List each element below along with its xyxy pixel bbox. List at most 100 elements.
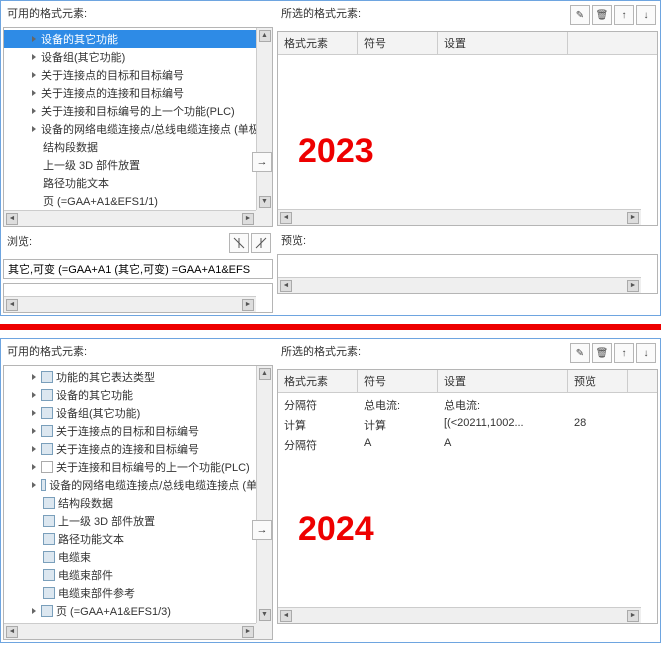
tree-item[interactable]: 设备组(其它功能)	[4, 48, 272, 66]
expand-icon[interactable]	[32, 54, 36, 60]
tree-item[interactable]: 结构段数据	[4, 138, 272, 156]
tree-item-label: 设备的网络电缆连接点/总线电缆连接点 (单极	[49, 477, 268, 493]
tree-item[interactable]: 电缆束	[4, 548, 272, 566]
tree-item-label: 结构段数据	[58, 495, 113, 511]
expand-icon[interactable]	[32, 446, 36, 452]
add-button[interactable]: →	[252, 520, 272, 540]
node-icon	[41, 425, 53, 437]
tree-item[interactable]: 关于连接点的目标和目标编号	[4, 422, 272, 440]
available-tree-2023[interactable]: 设备的其它功能设备组(其它功能)关于连接点的目标和目标编号关于连接点的连接和目标…	[3, 27, 273, 227]
tree-item-label: 关于连接点的目标和目标编号	[56, 423, 199, 439]
tree-item[interactable]: 电缆束部件参考	[4, 584, 272, 602]
selected-table-2024[interactable]: → 格式元素 符号 设置 预览 分隔符总电流:总电流:计算计算[(<20211,…	[277, 369, 658, 624]
tree-item[interactable]: 上一级 3D 部件放置	[4, 156, 272, 174]
h-scrollbar[interactable]: ◄ ►	[278, 607, 641, 623]
scroll-right-icon[interactable]: ►	[627, 610, 639, 622]
available-tree-2024[interactable]: 功能的其它表达类型设备的其它功能设备组(其它功能)关于连接点的目标和目标编号关于…	[3, 365, 273, 640]
h-scrollbar[interactable]: ◄ ►	[278, 209, 641, 225]
expand-icon[interactable]	[32, 90, 36, 96]
scroll-right-icon[interactable]: ►	[242, 299, 254, 311]
tree-item[interactable]: 功能的其它表达类型	[4, 368, 272, 386]
tree-item[interactable]: 设备的其它功能	[4, 386, 272, 404]
scroll-left-icon[interactable]: ◄	[6, 213, 18, 225]
arrow-up-icon: ↑	[622, 10, 627, 21]
scroll-right-icon[interactable]: ►	[627, 280, 639, 292]
tree-item[interactable]: 设备的其它功能	[4, 30, 272, 48]
expand-icon[interactable]	[32, 464, 36, 470]
tree-item[interactable]: 关于连接点的目标和目标编号	[4, 66, 272, 84]
delete-button[interactable]: 🗑	[592, 5, 612, 25]
scroll-right-icon[interactable]: ►	[627, 212, 639, 224]
tree-item[interactable]: 页 (=GAA+A1&EFS1/1)	[4, 192, 272, 210]
expand-icon[interactable]	[32, 482, 36, 488]
table-row[interactable]: 分隔符总电流:总电流:	[278, 395, 657, 415]
scroll-up-icon[interactable]: ▲	[259, 368, 271, 380]
move-down-button[interactable]: ↓	[636, 5, 656, 25]
divider-red	[0, 324, 661, 330]
table-cell	[568, 395, 628, 415]
expand-icon[interactable]	[32, 126, 36, 132]
tree-item[interactable]: 上一级 3D 部件放置	[4, 512, 272, 530]
tree-item[interactable]: 关于连接点的连接和目标编号	[4, 84, 272, 102]
tree-item[interactable]: 路径功能文本	[4, 530, 272, 548]
filter-button-2[interactable]	[251, 233, 271, 253]
node-icon	[41, 407, 53, 419]
expand-icon[interactable]	[32, 608, 36, 614]
node-icon	[41, 443, 53, 455]
tree-item[interactable]: 路径功能文本	[4, 174, 272, 192]
scroll-left-icon[interactable]: ◄	[6, 626, 18, 638]
tree-item[interactable]: 设备组(其它功能)	[4, 404, 272, 422]
browse-input[interactable]	[3, 259, 273, 279]
h-scrollbar[interactable]: ◄ ►	[4, 623, 256, 639]
expand-icon[interactable]	[32, 72, 36, 78]
table-row[interactable]: 计算计算[(<20211,1002...28	[278, 415, 657, 435]
filter-button-1[interactable]	[229, 233, 249, 253]
tree-item[interactable]: 关于连接和目标编号的上一个功能(PLC)	[4, 458, 272, 476]
scroll-down-icon[interactable]: ▼	[259, 609, 271, 621]
add-button[interactable]: →	[252, 152, 272, 172]
move-down-button[interactable]: ↓	[636, 343, 656, 363]
tree-item[interactable]: 页 (=GAA+A1&EFS1/3)	[4, 602, 272, 620]
scroll-right-icon[interactable]: ►	[242, 213, 254, 225]
delete-button[interactable]: 🗑	[592, 343, 612, 363]
v-scrollbar[interactable]: ▲ ▼	[256, 28, 272, 210]
table-cell	[568, 435, 628, 455]
scroll-down-icon[interactable]: ▼	[259, 196, 271, 208]
v-scrollbar[interactable]: ▲ ▼	[256, 366, 272, 623]
h-scrollbar[interactable]: ◄ ►	[278, 277, 641, 293]
expand-icon[interactable]	[32, 374, 36, 380]
browse-listbox[interactable]: ◄ ►	[3, 283, 273, 313]
tree-item[interactable]: 结构段数据	[4, 494, 272, 512]
tree-item[interactable]: 设备的网络电缆连接点/总线电缆连接点 (单极)	[4, 120, 272, 138]
expand-icon[interactable]	[32, 36, 36, 42]
expand-icon[interactable]	[32, 410, 36, 416]
move-up-button[interactable]: ↑	[614, 5, 634, 25]
move-up-button[interactable]: ↑	[614, 343, 634, 363]
expand-icon[interactable]	[32, 392, 36, 398]
selected-label: 所选的格式元素:	[277, 3, 365, 23]
selected-table-2023[interactable]: → 格式元素 符号 设置 2023 ◄ ►	[277, 31, 658, 226]
scroll-right-icon[interactable]: ►	[242, 626, 254, 638]
edit-button[interactable]: ✎	[570, 343, 590, 363]
scroll-up-icon[interactable]: ▲	[259, 30, 271, 42]
tree-item[interactable]: 设备的网络电缆连接点/总线电缆连接点 (单极	[4, 476, 272, 494]
scroll-left-icon[interactable]: ◄	[6, 299, 18, 311]
tree-item-label: 设备的其它功能	[56, 387, 133, 403]
h-scrollbar[interactable]: ◄ ►	[4, 296, 256, 312]
tree-item[interactable]: 关于连接点的连接和目标编号	[4, 440, 272, 458]
table-row[interactable]: 分隔符AA	[278, 435, 657, 455]
expand-icon[interactable]	[32, 428, 36, 434]
year-watermark: 2023	[298, 132, 374, 171]
table-cell: [(<20211,1002...	[438, 415, 568, 435]
tree-item[interactable]: 电缆束部件	[4, 566, 272, 584]
table-cell: 分隔符	[278, 435, 358, 455]
scroll-left-icon[interactable]: ◄	[280, 212, 292, 224]
tree-item[interactable]: 关于连接和目标编号的上一个功能(PLC)	[4, 102, 272, 120]
h-scrollbar[interactable]: ◄ ►	[4, 210, 256, 226]
available-label: 可用的格式元素:	[3, 341, 273, 361]
scroll-left-icon[interactable]: ◄	[280, 280, 292, 292]
expand-icon[interactable]	[32, 108, 36, 114]
scroll-left-icon[interactable]: ◄	[280, 610, 292, 622]
arrow-right-icon: →	[257, 524, 268, 536]
edit-button[interactable]: ✎	[570, 5, 590, 25]
